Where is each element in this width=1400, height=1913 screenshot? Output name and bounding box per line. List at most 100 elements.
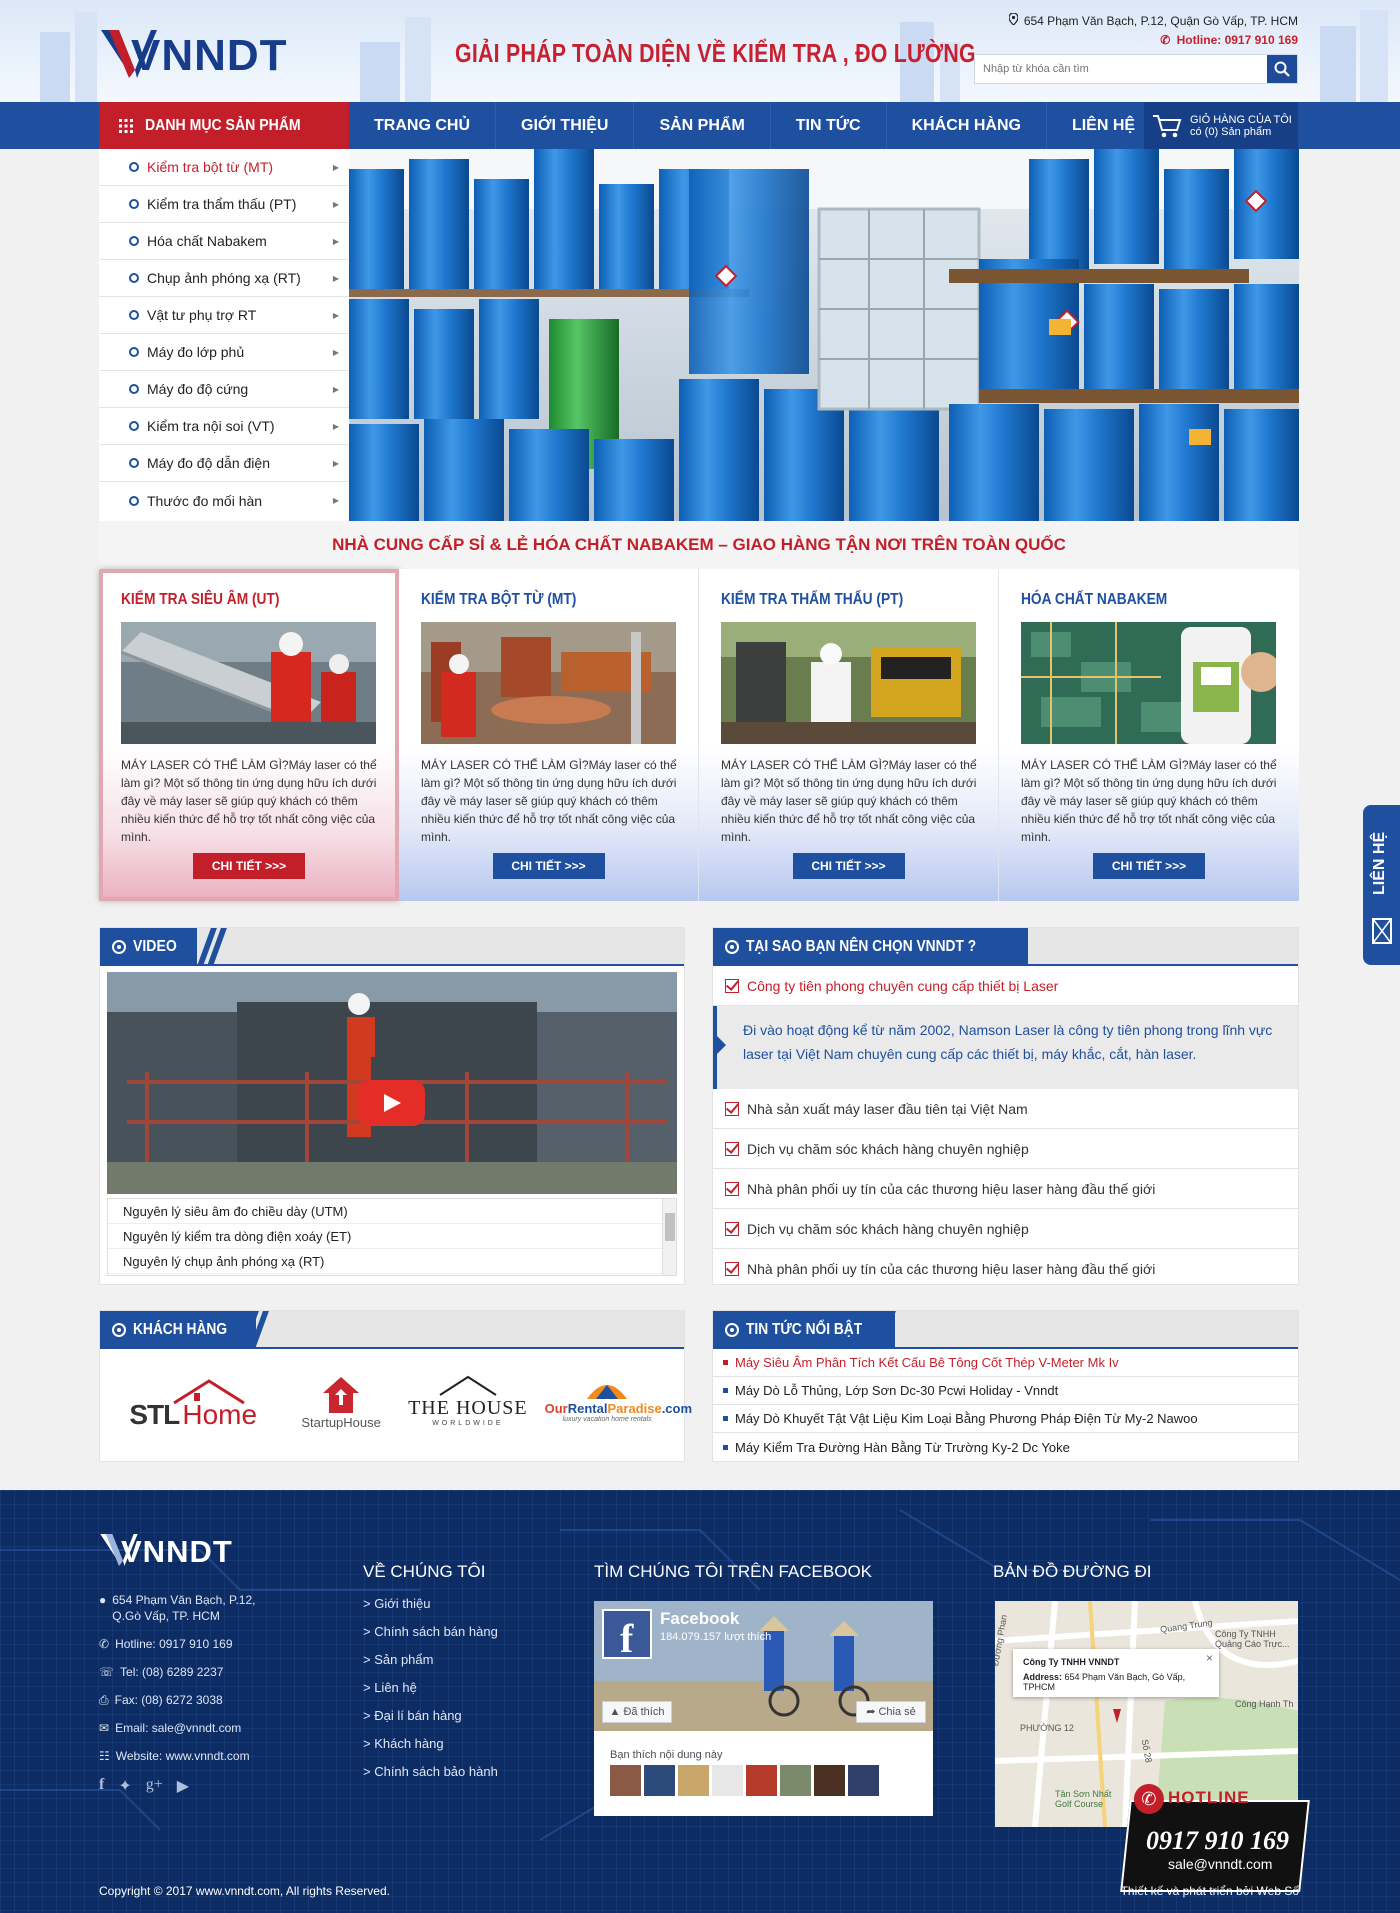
why-item: Nhà sản xuất máy laser đầu tiên tại Việt… (713, 1089, 1298, 1129)
avatar[interactable] (678, 1765, 709, 1796)
avatar[interactable] (610, 1765, 641, 1796)
footer-email-text: Email: sale@vnndt.com (115, 1721, 242, 1735)
footer-link-dealers[interactable]: > Đại lí bán hàng (363, 1708, 543, 1723)
sidebar-item-label: Hóa chất Nabakem (147, 233, 267, 249)
checkbox-icon (725, 1221, 739, 1236)
customers-heading: KHÁCH HÀNG (100, 1311, 257, 1349)
nabakem-spray-photo (1021, 622, 1276, 744)
sidebar-item-pt[interactable]: Kiểm tra thẩm thấu (PT) ▶ (99, 186, 349, 223)
chevron-right-icon: ▶ (332, 421, 339, 431)
header-hotline[interactable]: ✆ Hotline: 0917 910 169 (1160, 33, 1298, 47)
telephone-icon: ☏ (99, 1665, 115, 1679)
service-detail-button[interactable]: CHI TIẾT >>> (492, 853, 605, 879)
credit-text[interactable]: Thiết kế và phát triển bởi Web Số (1121, 1884, 1299, 1898)
playlist-item[interactable]: Nguyên lý kiểm tra dòng điện xoáy (ET) (108, 1224, 676, 1249)
news-item[interactable]: Máy Kiểm Tra Đường Hàn Bằng Từ Trường Ky… (713, 1433, 1298, 1461)
playlist-item[interactable]: Nguyên lý chụp ảnh phóng xạ (RT) (108, 1249, 676, 1274)
sidebar-item-vt[interactable]: Kiểm tra nội soi (VT) ▶ (99, 408, 349, 445)
avatar[interactable] (848, 1765, 879, 1796)
sidebar-item-coating[interactable]: Máy đo lớp phủ ▶ (99, 334, 349, 371)
target-icon (112, 940, 126, 954)
footer-facebook-title: TÌM CHÚNG TÔI TRÊN FACEBOOK (594, 1562, 873, 1581)
footer-link-sales-policy[interactable]: > Chính sách bán hàng (363, 1624, 543, 1639)
footer-link-contact[interactable]: > Liên hệ (363, 1680, 543, 1695)
floating-contact-tab[interactable]: LIÊN HỆ (1363, 805, 1400, 965)
nav-item-about[interactable]: GIỚI THIỆU (496, 102, 635, 149)
chevron-right-icon: ▶ (332, 310, 339, 320)
hotline-email: sale@vnndt.com (1167, 1856, 1273, 1872)
service-detail-button[interactable]: CHI TIẾT >>> (1093, 853, 1205, 879)
nav-item-home[interactable]: TRANG CHỦ (349, 102, 496, 149)
video-player[interactable] (107, 972, 677, 1194)
twitter-icon[interactable]: ✦ (118, 1776, 131, 1796)
footer-link-products[interactable]: > Sản phẩm (363, 1652, 543, 1667)
youtube-icon[interactable]: ▶ (177, 1776, 189, 1796)
hotline-card[interactable]: ✆ HOTLINE 0917 910 169 sale@vnndt.com (1120, 1784, 1310, 1892)
sidebar-item-weld-gauge[interactable]: Thước đo mối hàn ▶ (99, 482, 349, 519)
avatar[interactable] (712, 1765, 743, 1796)
service-detail-button[interactable]: CHI TIẾT >>> (792, 853, 905, 879)
google-plus-icon[interactable]: g+ (146, 1776, 163, 1796)
sidebar-item-rt-supplies[interactable]: Vật tư phụ trợ RT ▶ (99, 297, 349, 334)
site-logo[interactable]: VNNDT (99, 22, 339, 82)
map-label: Công Hạnh Th (1235, 1699, 1294, 1709)
facebook-share-button[interactable]: ➦ Chia sẻ (856, 1701, 926, 1723)
sidebar-item-mt[interactable]: Kiểm tra bột từ (MT) ▶ (99, 149, 349, 186)
playlist-scrollbar[interactable] (662, 1199, 676, 1275)
sidebar-item-hardness[interactable]: Máy đo độ cứng ▶ (99, 371, 349, 408)
avatar[interactable] (814, 1765, 845, 1796)
customer-logo-stlhome[interactable]: STL Home (114, 1375, 274, 1435)
facebook-page-widget[interactable]: f Facebook 184.079.157 lượt thích ▲ Đã t… (594, 1601, 933, 1816)
sidebar-item-conductivity[interactable]: Máy đo độ dẫn điện ▶ (99, 445, 349, 482)
sidebar-item-rt[interactable]: Chụp ảnh phóng xạ (RT) ▶ (99, 260, 349, 297)
avatar[interactable] (780, 1765, 811, 1796)
footer-email[interactable]: ✉ Email: sale@vnndt.com (99, 1720, 299, 1736)
cart-button[interactable]: GIỎ HÀNG CỦA TÔI có (0) Sản phẩm (1144, 102, 1298, 149)
service-card-ut[interactable]: KIỂM TRA SIÊU ÂM (UT) MÁY LASER CÓ THỂ L… (99, 569, 399, 901)
customer-logo-thehouse[interactable]: THE HOUSE WORLDWIDE (408, 1375, 528, 1435)
news-item[interactable]: Máy Dò Lỗ Thủng, Lớp Sơn Dc-30 Pcwi Holi… (713, 1377, 1298, 1405)
category-menu-button[interactable]: DANH MỤC SẢN PHẨM (99, 102, 349, 149)
footer-fax: ⎙ Fax: (08) 6272 3038 (99, 1692, 299, 1708)
footer-link-customers[interactable]: > Khách hàng (363, 1736, 543, 1751)
nav-item-products[interactable]: SẢN PHẨM (634, 102, 771, 149)
footer-website[interactable]: ☷ Website: www.vnndt.com (99, 1748, 299, 1764)
footer-logo[interactable]: VNNDT (99, 1530, 299, 1572)
facebook-icon[interactable]: f (99, 1776, 104, 1796)
news-item[interactable]: Máy Siêu Âm Phân Tích Kết Cấu Bê Tông Cố… (713, 1349, 1298, 1377)
target-icon (725, 1323, 739, 1337)
service-card-nabakem[interactable]: HÓA CHẤT NABAKEM MÁY LASER CÓ THỂ LÀM GÌ… (999, 569, 1299, 901)
nav-item-customers[interactable]: KHÁCH HÀNG (887, 102, 1047, 149)
play-icon[interactable] (357, 1080, 425, 1126)
news-item[interactable]: Máy Dò Khuyết Tật Vật Liệu Kim Loại Bằng… (713, 1405, 1298, 1433)
nav-item-news[interactable]: TIN TỨC (771, 102, 887, 149)
bullet-icon (129, 273, 139, 283)
service-card-pt[interactable]: KIỂM TRA THẨM THẤU (PT) MÁY LASER CÓ THỂ… (699, 569, 999, 901)
fax-icon: ⎙ (99, 1693, 109, 1707)
playlist-item[interactable]: Nguyên lý siêu âm đo chiều dày (UTM) (108, 1199, 676, 1224)
search-input[interactable] (975, 55, 1255, 83)
service-card-mt[interactable]: KIỂM TRA BỘT TỪ (MT) MÁY LASER CÓ THỂ LÀ… (399, 569, 699, 901)
avatar[interactable] (644, 1765, 675, 1796)
avatar[interactable] (746, 1765, 777, 1796)
why-heading-text: TẠI SAO BẠN NÊN CHỌN VNNDT ? (746, 938, 977, 955)
map-company-name: Công Ty TNHH VNNDT (1023, 1657, 1120, 1667)
service-detail-button[interactable]: CHI TIẾT >>> (193, 853, 305, 879)
scrollbar-thumb[interactable] (665, 1213, 675, 1241)
facebook-page-name[interactable]: Facebook (660, 1609, 739, 1629)
why-section-header: TẠI SAO BẠN NÊN CHỌN VNNDT ? (713, 928, 1298, 966)
news-item-title: Máy Siêu Âm Phân Tích Kết Cấu Bê Tông Cố… (735, 1355, 1119, 1370)
footer-link-about[interactable]: > Giới thiệu (363, 1596, 543, 1611)
why-item-text: Nhà sản xuất máy laser đầu tiên tại Việt… (747, 1100, 1028, 1117)
customer-logo-startuphouse[interactable]: StartupHouse (291, 1375, 391, 1435)
customer-logo-ourrentalparadise[interactable]: OurRentalParadise.com luxury vacation ho… (545, 1375, 692, 1435)
hero-banner[interactable] (349, 149, 1299, 521)
close-icon[interactable]: × (1206, 1651, 1213, 1665)
skyline-decoration (1320, 26, 1356, 102)
search-button[interactable] (1267, 55, 1297, 83)
sidebar-item-nabakem[interactable]: Hóa chất Nabakem ▶ (99, 223, 349, 260)
footer-about-column: VỀ CHÚNG TÔI > Giới thiệu > Chính sách b… (363, 1562, 543, 1792)
footer-link-warranty[interactable]: > Chính sách bảo hành (363, 1764, 543, 1779)
sidebar-item-label: Máy đo độ cứng (147, 381, 249, 397)
facebook-like-button[interactable]: ▲ Đã thích (602, 1701, 672, 1723)
